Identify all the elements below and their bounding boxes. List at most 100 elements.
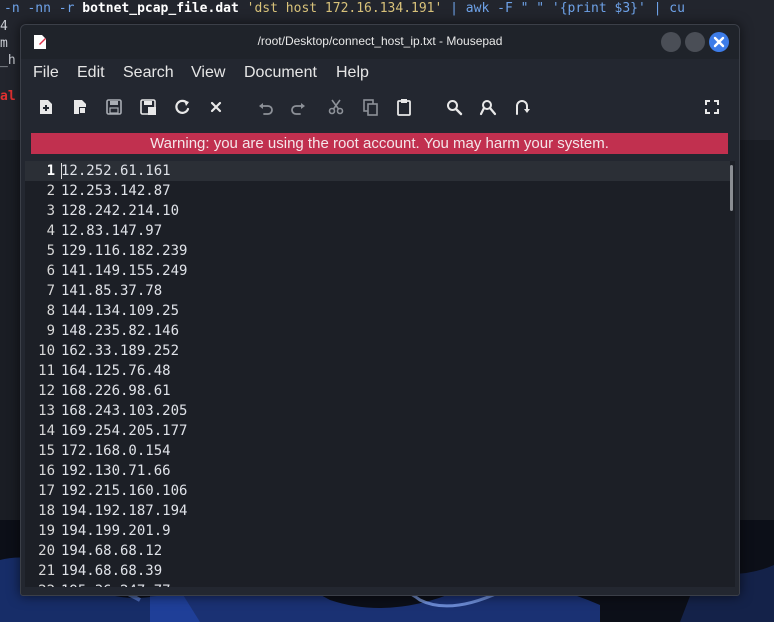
editor-line[interactable]: 8 144.134.109.25 [25, 301, 725, 321]
line-number: 17 [38, 483, 55, 499]
line-number: 1 [46, 163, 55, 179]
line-text: 195.36.247.77 [61, 581, 171, 587]
line-text: 144.134.109.25 [61, 303, 180, 319]
editor-line[interactable]: 15 172.168.0.154 [25, 441, 725, 461]
line-number: 15 [38, 443, 55, 459]
editor-line[interactable]: 6 141.149.155.249 [25, 261, 725, 281]
editor-line[interactable]: 3 128.242.214.10 [25, 201, 725, 221]
line-number: 12 [38, 383, 55, 399]
terminal-fragment: m [0, 36, 8, 51]
menu-edit[interactable]: Edit [77, 64, 105, 82]
maximize-button[interactable] [685, 32, 705, 52]
terminal-command-line: -n -nn -r botnet_pcap_file.dat 'dst host… [4, 1, 685, 16]
save-icon[interactable] [105, 98, 123, 116]
line-number: 13 [38, 403, 55, 419]
line-text: 194.68.68.12 [61, 543, 163, 559]
menu-bar: File Edit Search View Document Help [21, 59, 739, 87]
cut-icon[interactable] [327, 98, 345, 116]
terminal-fragment: _h [0, 53, 16, 68]
text-editor[interactable]: 1 12.252.61.161 2 12.253.142.87 3 128.242.214… [25, 161, 735, 587]
editor-line[interactable]: 5 129.116.182.239 [25, 241, 725, 261]
paste-icon[interactable] [395, 98, 413, 116]
line-number: 5 [46, 243, 55, 259]
line-text: 194.68.68.39 [61, 563, 163, 579]
line-number: 7 [46, 283, 55, 299]
menu-help[interactable]: Help [336, 64, 369, 82]
line-number: 19 [38, 523, 55, 539]
root-warning-bar: Warning: you are using the root account.… [31, 133, 728, 154]
go-to-line-icon[interactable] [513, 98, 531, 116]
editor-line[interactable]: 16 192.130.71.66 [25, 461, 725, 481]
line-number: 3 [46, 203, 55, 219]
line-number: 14 [38, 423, 55, 439]
line-number: 4 [46, 223, 55, 239]
line-number: 10 [38, 343, 55, 359]
mousepad-window: /root/Desktop/connect_host_ip.txt - Mous… [20, 24, 740, 596]
line-text: 148.235.82.146 [61, 323, 180, 339]
line-text: 192.215.160.106 [61, 483, 188, 499]
editor-line[interactable]: 10 162.33.189.252 [25, 341, 725, 361]
editor-line[interactable]: 4 12.83.147.97 [25, 221, 725, 241]
line-number: 11 [38, 363, 55, 379]
window-title: /root/Desktop/connect_host_ip.txt - Mous… [257, 34, 503, 48]
line-text: 129.116.182.239 [61, 243, 188, 259]
menu-document[interactable]: Document [244, 64, 317, 82]
terminal-cmd-prefix: -n -nn -r [4, 1, 83, 16]
menu-file[interactable]: File [33, 64, 59, 82]
reload-icon[interactable] [173, 98, 191, 116]
editor-line[interactable]: 11 164.125.76.48 [25, 361, 725, 381]
editor-line[interactable]: 18 194.192.187.194 [25, 501, 725, 521]
editor-line[interactable]: 1 12.252.61.161 [25, 161, 725, 181]
terminal-cmd-filter: 'dst host 172.16.134.191' [238, 1, 443, 16]
copy-icon[interactable] [361, 98, 379, 116]
terminal-fragment: 4 [0, 19, 8, 34]
close-icon [713, 36, 725, 48]
title-bar[interactable]: /root/Desktop/connect_host_ip.txt - Mous… [21, 25, 739, 59]
line-number: 6 [46, 263, 55, 279]
line-number: 20 [38, 543, 55, 559]
editor-line[interactable]: 2 12.253.142.87 [25, 181, 725, 201]
editor-line[interactable]: 20 194.68.68.12 [25, 541, 725, 561]
line-text: 12.83.147.97 [61, 223, 163, 239]
find-replace-icon[interactable] [479, 98, 497, 116]
desktop: -n -nn -r botnet_pcap_file.dat 'dst host… [0, 0, 774, 622]
terminal-red-fragment: al [0, 89, 16, 104]
editor-line[interactable]: 9 148.235.82.146 [25, 321, 725, 341]
editor-line[interactable]: 17 192.215.160.106 [25, 481, 725, 501]
editor-line[interactable]: 21 194.68.68.39 [25, 561, 725, 581]
fullscreen-icon[interactable] [703, 98, 721, 116]
line-text: 128.242.214.10 [61, 203, 180, 219]
new-document-icon[interactable] [37, 98, 55, 116]
menu-search[interactable]: Search [123, 64, 174, 82]
terminal-cmd-pipe: | awk -F " " '{print $3}' | cu [442, 1, 685, 16]
close-button[interactable] [709, 32, 729, 52]
editor-line[interactable]: 12 168.226.98.61 [25, 381, 725, 401]
vertical-scrollbar[interactable] [730, 165, 733, 211]
editor-line[interactable]: 13 168.243.103.205 [25, 401, 725, 421]
editor-line[interactable]: 22 195.36.247.77 [25, 581, 725, 587]
line-text: 168.226.98.61 [61, 383, 171, 399]
line-number: 18 [38, 503, 55, 519]
toolbar [21, 91, 739, 125]
redo-icon[interactable] [289, 98, 307, 116]
close-tab-icon[interactable] [207, 98, 225, 116]
save-as-icon[interactable] [139, 98, 157, 116]
line-text: 162.33.189.252 [61, 343, 180, 359]
terminal-cmd-file: botnet_pcap_file.dat [82, 1, 239, 16]
editor-line[interactable]: 19 194.199.201.9 [25, 521, 725, 541]
line-text: 194.199.201.9 [61, 523, 171, 539]
editor-line[interactable]: 7 141.85.37.78 [25, 281, 725, 301]
new-window-icon[interactable] [71, 98, 89, 116]
line-number: 21 [38, 563, 55, 579]
line-text: 194.192.187.194 [61, 503, 188, 519]
line-text: 12.252.61.161 [61, 163, 171, 179]
line-number: 2 [46, 183, 55, 199]
editor-line[interactable]: 14 169.254.205.177 [25, 421, 725, 441]
line-number: 9 [46, 323, 55, 339]
line-text: 169.254.205.177 [61, 423, 188, 439]
minimize-button[interactable] [661, 32, 681, 52]
menu-view[interactable]: View [191, 64, 225, 82]
find-icon[interactable] [445, 98, 463, 116]
line-number: 8 [46, 303, 55, 319]
undo-icon[interactable] [257, 98, 275, 116]
